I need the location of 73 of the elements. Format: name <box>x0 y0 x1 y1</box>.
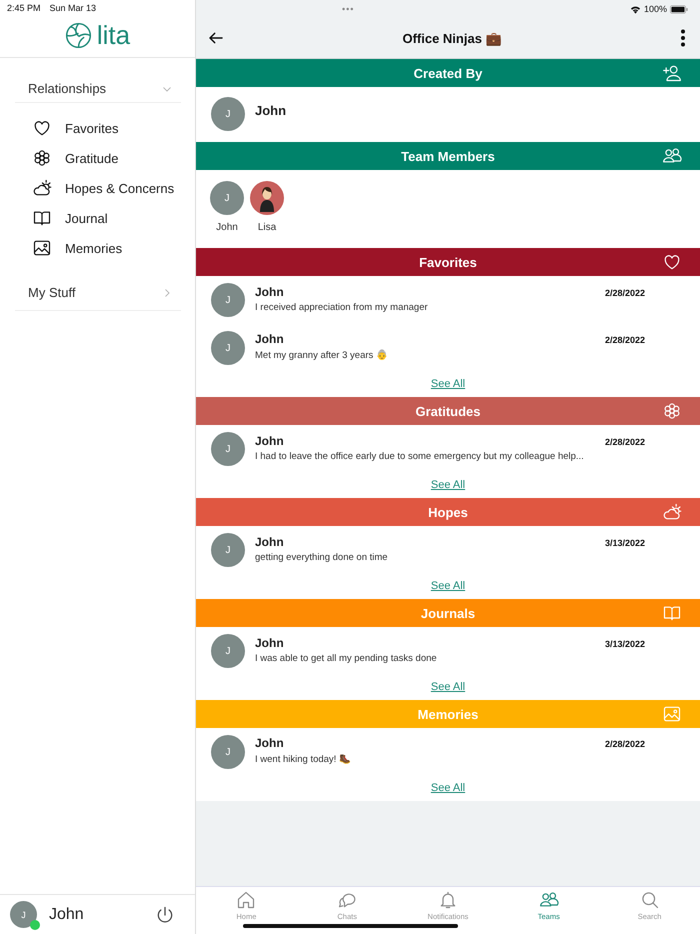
power-icon[interactable] <box>155 904 175 924</box>
back-icon[interactable] <box>208 30 224 46</box>
avatar: J <box>211 283 245 317</box>
user-name: John <box>49 906 85 924</box>
entry-date: 3/13/2022 <box>604 638 645 648</box>
section-title: Hopes <box>428 504 468 520</box>
entry-author: John <box>255 636 284 650</box>
entry-date: 2/28/2022 <box>604 288 645 298</box>
section-title: Team Members <box>401 148 495 164</box>
image-icon <box>32 238 52 258</box>
flower-icon <box>32 148 52 168</box>
section-title: Journals <box>420 606 476 620</box>
entry-author: John <box>255 534 284 548</box>
entry-text: I went hiking today! 🥾 <box>255 753 352 765</box>
cloud-sun-icon <box>32 178 52 198</box>
battery-percent: 100% <box>644 4 667 14</box>
flower-icon <box>662 401 682 421</box>
entry-author: John <box>255 284 284 298</box>
status-time: 2:45 PM <box>7 3 41 15</box>
add-person-icon <box>662 63 682 83</box>
user-avatar[interactable]: J <box>10 901 37 928</box>
member-name: John <box>216 222 238 233</box>
avatar: J <box>210 181 244 215</box>
wifi-icon <box>630 4 641 14</box>
entry-text: getting everything done on time <box>255 552 389 562</box>
member-name: Lisa <box>258 222 276 233</box>
see-all-link[interactable]: See All <box>430 580 466 592</box>
entry-text: I had to leave the office early due to some emergency but my colleague help... <box>255 450 585 462</box>
entry-date: 3/13/2022 <box>604 538 645 548</box>
search-icon <box>640 890 660 910</box>
entry-author: John <box>255 332 284 346</box>
logo-icon <box>64 22 92 49</box>
home-icon <box>236 890 256 910</box>
entry-text: I received appreciation from my manager <box>255 302 429 312</box>
menu-group[interactable]: Relationships <box>15 68 181 103</box>
avatar: J <box>211 331 245 365</box>
heart-icon <box>662 252 682 272</box>
entry-author: John <box>255 736 284 750</box>
see-all-link[interactable]: See All <box>430 378 466 390</box>
more-icon[interactable] <box>680 29 686 47</box>
menu-item[interactable]: Favorites <box>15 113 181 143</box>
entry-date: 2/28/2022 <box>604 335 645 345</box>
section-title: Memories <box>418 706 478 722</box>
menu-group[interactable]: My Stuff <box>15 275 181 311</box>
menu-item[interactable]: Journal <box>15 203 181 233</box>
see-all-link[interactable]: See All <box>430 782 466 794</box>
cloud-sun-icon <box>662 502 682 522</box>
avatar: J <box>211 97 245 131</box>
entry-text: Met my granny after 3 years 👵 <box>255 349 389 361</box>
battery-icon <box>670 4 688 14</box>
menu-item[interactable]: Gratitude <box>15 143 181 173</box>
logo-text: lita <box>96 20 130 51</box>
section-title: Gratitudes <box>415 404 480 418</box>
avatar: J <box>211 735 245 769</box>
heart-icon <box>32 118 52 138</box>
status-date: Sun Mar 13 <box>50 3 96 15</box>
entry-date: 2/28/2022 <box>604 739 645 749</box>
see-all-link[interactable]: See All <box>430 478 466 490</box>
entry-author: John <box>255 434 284 448</box>
avatar: J <box>211 634 245 668</box>
menu-item[interactable]: Memories <box>15 233 181 263</box>
menu-item[interactable]: Hopes & Concerns <box>15 173 181 203</box>
person-name: John <box>255 103 286 118</box>
entry-text: I was able to get all my pending tasks done <box>255 652 438 664</box>
entry-date: 2/28/2022 <box>604 436 645 446</box>
section-title: Created By <box>414 66 482 80</box>
image-icon <box>662 704 682 724</box>
avatar: J <box>211 533 245 567</box>
page-title: Office Ninjas 💼 <box>402 30 502 46</box>
avatar: J <box>211 432 245 466</box>
multitask-dots: ••• <box>342 4 354 14</box>
section-title: Favorites <box>419 254 477 270</box>
see-all-link[interactable]: See All <box>430 680 466 692</box>
